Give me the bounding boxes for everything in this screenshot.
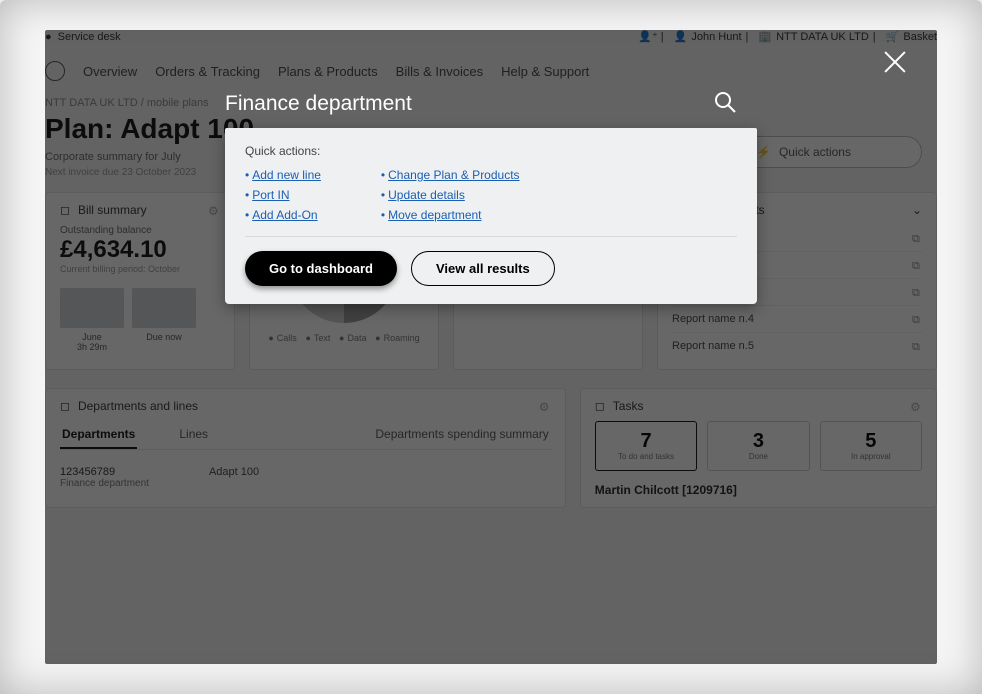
- quick-actions-label: Quick actions:: [245, 144, 737, 158]
- go-to-dashboard-button[interactable]: Go to dashboard: [245, 251, 397, 286]
- quick-actions-modal: Quick actions: Add new line Port IN Add …: [225, 128, 757, 304]
- link-add-addon[interactable]: Add Add-On: [245, 208, 321, 222]
- close-icon[interactable]: [881, 48, 909, 76]
- modal-overlay: Finance department Quick actions: Add ne…: [45, 30, 937, 664]
- link-move-department[interactable]: Move department: [381, 208, 520, 222]
- modal-title: Finance department: [225, 92, 412, 116]
- link-add-new-line[interactable]: Add new line: [245, 168, 321, 182]
- link-port-in[interactable]: Port IN: [245, 188, 321, 202]
- link-change-plan[interactable]: Change Plan & Products: [381, 168, 520, 182]
- link-update-details[interactable]: Update details: [381, 188, 520, 202]
- view-all-results-button[interactable]: View all results: [411, 251, 555, 286]
- search-icon[interactable]: [713, 90, 737, 114]
